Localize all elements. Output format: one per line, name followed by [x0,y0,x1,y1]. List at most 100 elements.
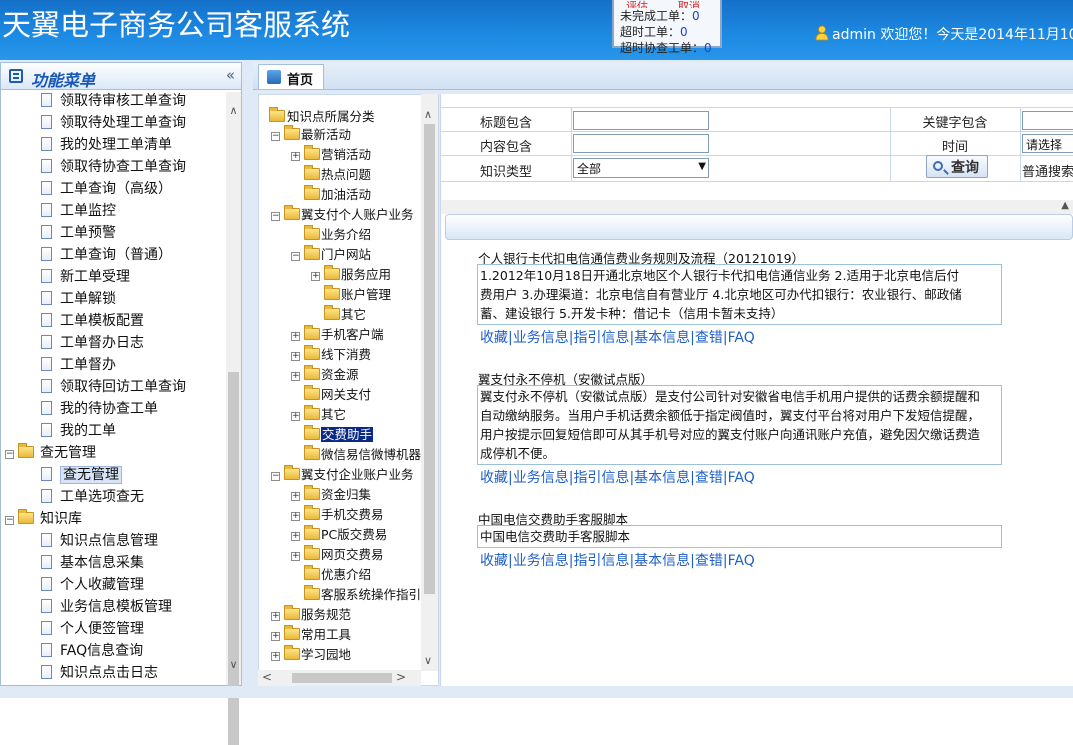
expand-icon[interactable]: + [291,552,300,561]
result-link[interactable]: 基本信息 [634,470,690,486]
tree-node[interactable]: + 线下消费 [291,345,371,365]
menu-item[interactable]: 工单解锁 [41,288,116,310]
collapse-icon[interactable]: − [271,472,280,481]
result-link[interactable]: 收藏 [480,330,508,346]
result-link[interactable]: 指引信息 [573,330,629,346]
tree-node[interactable]: 热点问题 [291,165,371,185]
menu-item[interactable]: 查无管理 [41,464,122,486]
tree-node[interactable]: 微信易信微博机器人 [291,445,434,465]
collapse-icon[interactable]: − [5,516,14,525]
tree-node[interactable]: + 服务规范 [271,605,351,625]
panel-splitter[interactable] [243,62,253,698]
tree-node[interactable]: + 常用工具 [271,625,351,645]
result-link[interactable]: 业务信息 [513,553,569,569]
tree-node[interactable]: 其它 [311,305,366,325]
tree-node[interactable]: + 服务应用 [311,265,391,285]
tree-node[interactable]: − 翼支付企业账户业务 [271,465,414,485]
tree-node[interactable]: 业务介绍 [291,225,371,245]
result-link[interactable]: 基本信息 [634,553,690,569]
menu-item[interactable]: 工单查询（普通） [41,244,172,266]
menu-item[interactable]: 业务信息模板管理 [41,596,172,618]
tree-node[interactable]: 优惠介绍 [291,565,371,585]
notice-eval[interactable]: 评估 [626,0,648,8]
collapse-icon[interactable]: − [291,252,300,261]
menu-item[interactable]: 领取待协查工单查询 [41,156,186,178]
menu-item[interactable]: 工单督办日志 [41,332,144,354]
collapse-icon[interactable]: « [226,66,235,84]
collapse-icon[interactable]: − [271,212,280,221]
menu-group-group2[interactable]: − 知识库 [5,508,82,528]
search-mode[interactable]: 普通搜索 [1022,161,1073,180]
menu-item[interactable]: 我的处理工单清单 [41,134,172,156]
menu-item[interactable]: 工单督办 [41,354,116,376]
menu-item[interactable]: 领取待回访工单查询 [41,376,186,398]
result-link[interactable]: 指引信息 [573,470,629,486]
menu-item[interactable]: 领取待审核工单查询 [41,90,186,112]
expand-icon[interactable]: + [291,332,300,341]
tree-node[interactable]: 网关支付 [291,385,371,405]
scroll-down-icon[interactable]: ∨ [226,658,241,674]
results-scroll-up-icon[interactable]: ▲ [1061,200,1069,211]
expand-icon[interactable]: + [271,632,280,641]
expand-icon[interactable]: + [291,412,300,421]
tree-root[interactable]: 知识点所属分类 [269,107,375,127]
menu-item[interactable]: 工单监控 [41,200,116,222]
result-link[interactable]: 业务信息 [513,330,569,346]
result-link[interactable]: 收藏 [480,470,508,486]
tree-scroll-down-icon[interactable]: ∨ [424,654,432,667]
menu-item[interactable]: 我的待协查工单 [41,398,158,420]
tree-scroll-up-icon[interactable]: ∧ [424,108,432,121]
expand-icon[interactable]: + [291,372,300,381]
title-input[interactable] [573,111,709,130]
menu-item[interactable]: 知识点信息管理 [41,530,158,552]
left-menu-scrollbar[interactable]: ∧ ∨ [226,92,241,745]
notice-unfinished[interactable]: 未完成工单：0 [620,8,720,24]
result-link[interactable]: 业务信息 [513,470,569,486]
notice-cancel[interactable]: 取消 [678,0,700,8]
menu-group-group1[interactable]: − 查无管理 [5,442,96,462]
result-link[interactable]: 收藏 [480,553,508,569]
tree-vertical-scrollbar[interactable]: ∧ ∨ [421,94,438,671]
menu-item[interactable]: 新工单受理 [41,266,130,288]
menu-item[interactable]: 知识点点击日志 [41,662,158,684]
tree-node[interactable]: + 资金归集 [291,485,371,505]
menu-item[interactable]: 我的工单 [41,420,116,442]
keyword-input[interactable] [1022,111,1073,130]
tree-node[interactable]: + PC版交费易 [291,525,387,545]
result-link[interactable]: FAQ [728,470,755,486]
expand-icon[interactable]: + [271,652,280,661]
tree-node[interactable]: + 资金源 [291,365,359,385]
expand-icon[interactable]: + [271,612,280,621]
tree-node[interactable]: + 网页交费易 [291,545,384,565]
content-input[interactable] [573,134,709,153]
result-link[interactable]: 指引信息 [573,553,629,569]
menu-item[interactable]: 工单查询（高级） [41,178,172,200]
tree-scroll-left-icon[interactable]: < [262,670,272,684]
expand-icon[interactable]: + [291,352,300,361]
menu-item[interactable]: 基本信息采集 [41,552,144,574]
expand-icon[interactable]: + [291,532,300,541]
menu-item[interactable]: 个人便签管理 [41,618,144,640]
expand-icon[interactable]: + [311,272,320,281]
collapse-icon[interactable]: − [271,132,280,141]
tree-node[interactable]: + 其它 [291,405,346,425]
tree-node[interactable]: − 最新活动 [271,125,351,145]
tree-node[interactable]: 交费助手 [291,425,374,445]
tree-node[interactable]: + 手机客户端 [291,325,384,345]
menu-item[interactable]: 工单模板配置 [41,310,144,332]
notice-timeout[interactable]: 超时工单：0 [620,24,720,40]
tree-node[interactable]: + 学习园地 [271,645,351,665]
result-link[interactable]: FAQ [728,330,755,346]
collapse-icon[interactable]: − [5,450,14,459]
menu-item[interactable]: FAQ信息查询 [41,640,143,662]
search-button[interactable]: 查询 [926,155,988,178]
result-link[interactable]: FAQ [728,553,755,569]
menu-item[interactable]: 工单选项查无 [41,486,144,508]
result-link[interactable]: 查错 [695,330,723,346]
tree-node[interactable]: − 门户网站 [291,245,371,265]
menu-item[interactable]: 工单预警 [41,222,116,244]
tree-scroll-right-icon[interactable]: > [396,670,406,684]
tree-node[interactable]: 账户管理 [311,285,391,305]
result-link[interactable]: 查错 [695,553,723,569]
type-select[interactable]: 全部 ▼ [573,158,709,178]
